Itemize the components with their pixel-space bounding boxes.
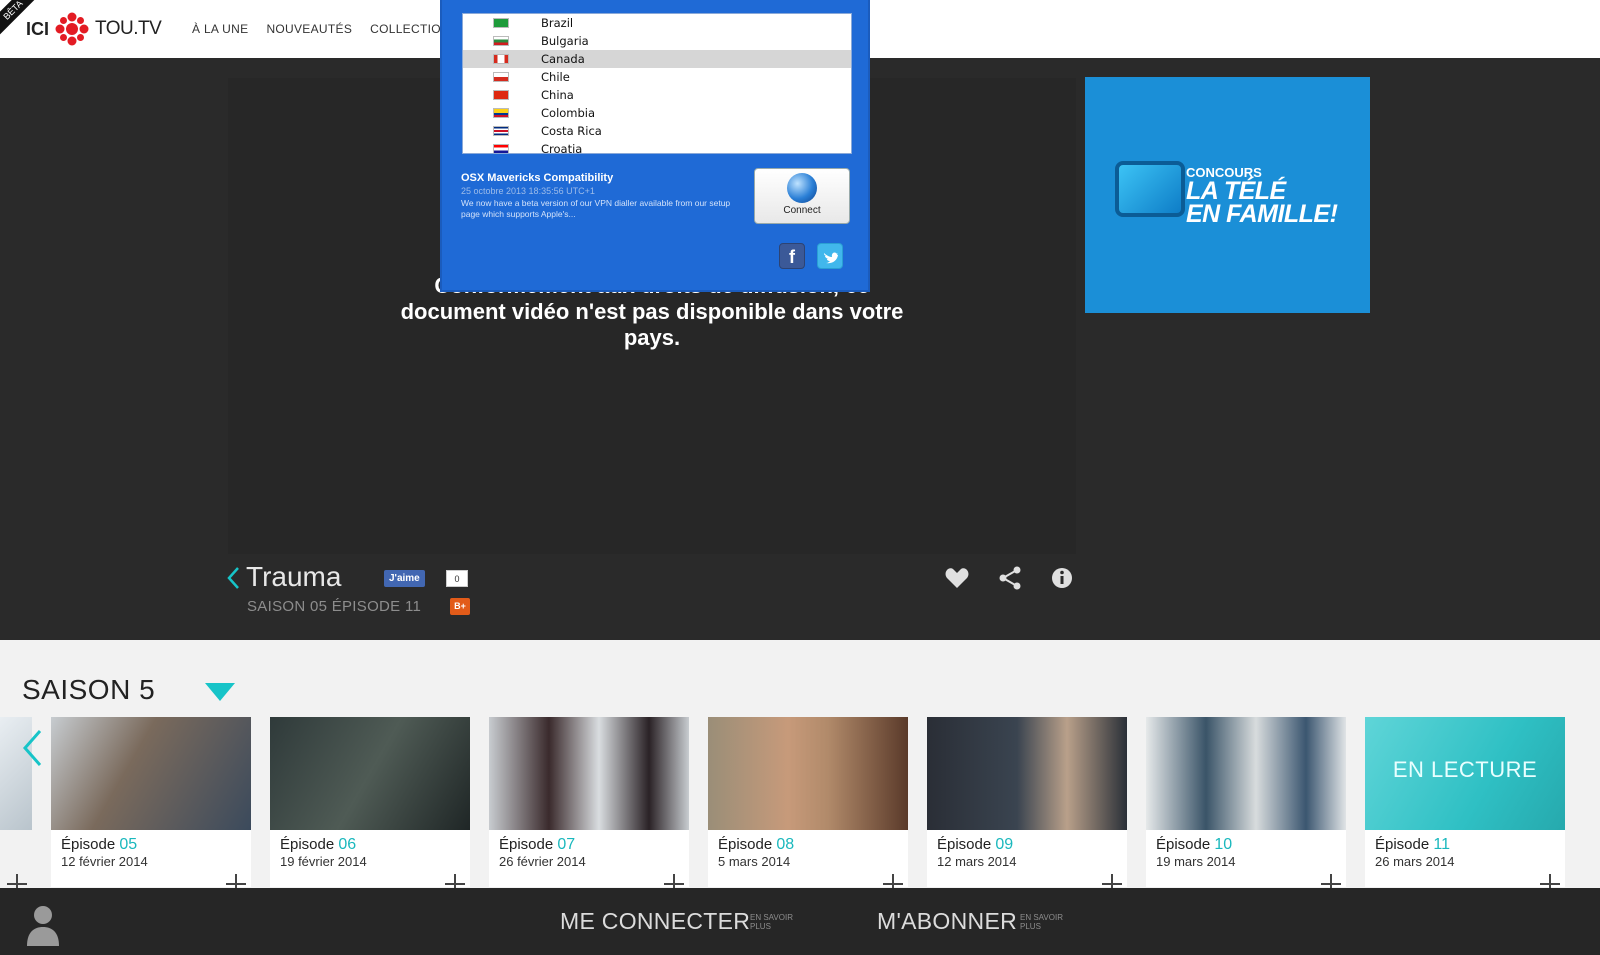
facebook-icon[interactable]: f xyxy=(779,243,805,269)
subscribe-learn-more[interactable]: EN SAVOIR PLUS xyxy=(1020,913,1080,931)
episode-date: 19 mars 2014 xyxy=(1156,854,1236,869)
flag-icon xyxy=(493,144,509,153)
country-name: Brazil xyxy=(541,16,574,30)
nav-a-la-une[interactable]: À LA UNE xyxy=(192,22,248,36)
episode-date: 19 février 2014 xyxy=(280,854,367,869)
episode-thumbnail xyxy=(1146,717,1346,830)
login-learn-more[interactable]: EN SAVOIR PLUS xyxy=(750,913,810,931)
episode-card[interactable]: Épisode 06 19 février 2014 xyxy=(270,717,470,887)
episode-date: 26 mars 2014 xyxy=(1375,854,1455,869)
episode-date: 26 février 2014 xyxy=(499,854,586,869)
now-playing-overlay: EN LECTURE xyxy=(1392,757,1538,782)
nav-nouveautes[interactable]: NOUVEAUTÉS xyxy=(266,22,352,36)
flag-icon xyxy=(493,36,509,46)
country-name: Croatia xyxy=(541,142,583,154)
episode-thumbnail xyxy=(489,717,689,830)
country-name: China xyxy=(541,88,574,102)
flag-icon xyxy=(493,54,509,64)
country-name: Colombia xyxy=(541,106,596,120)
nav-collection[interactable]: COLLECTION xyxy=(370,22,450,36)
heart-icon[interactable] xyxy=(944,565,970,591)
flag-icon xyxy=(493,126,509,136)
country-item-selected[interactable]: Canada xyxy=(463,50,851,68)
logo-toutv: TOU.TV xyxy=(95,18,162,39)
share-icon[interactable] xyxy=(997,565,1023,591)
country-item[interactable]: Bulgaria xyxy=(463,32,851,50)
episode-date: 12 mars 2014 xyxy=(937,854,1017,869)
show-title[interactable]: Trauma xyxy=(246,561,341,593)
episode-number: 09 xyxy=(995,836,1014,853)
subscribe-link[interactable]: M'ABONNER xyxy=(877,908,1017,935)
facebook-like-button[interactable]: J'aime xyxy=(384,570,425,587)
news-date: 25 octobre 2013 18:35:56 UTC+1 xyxy=(461,186,595,196)
user-avatar-icon[interactable] xyxy=(26,904,60,946)
twitter-icon[interactable] xyxy=(817,243,843,269)
episode-number: 06 xyxy=(338,836,357,853)
episode-thumbnail xyxy=(708,717,908,830)
episode-label: Épisode 06 xyxy=(280,836,357,853)
connect-button[interactable]: Connect xyxy=(754,168,850,224)
country-item[interactable]: China xyxy=(463,86,851,104)
facebook-like-count: 0 xyxy=(446,570,468,587)
episode-label: Épisode 07 xyxy=(499,836,576,853)
episode-label: Épisode 05 xyxy=(61,836,138,853)
country-item[interactable]: Colombia xyxy=(463,104,851,122)
tv-illustration-icon xyxy=(1115,161,1185,217)
episode-number: 07 xyxy=(557,836,576,853)
news-title[interactable]: OSX Mavericks Compatibility xyxy=(461,172,613,184)
flag-icon xyxy=(493,18,509,28)
connect-label: Connect xyxy=(783,205,821,216)
logo-ici: ICI xyxy=(26,18,50,39)
episode-number: 05 xyxy=(119,836,138,853)
episode-card[interactable]: Épisode 10 19 mars 2014 xyxy=(1146,717,1346,887)
episode-card[interactable]: Épisode 08 5 mars 2014 xyxy=(708,717,908,887)
country-name: Bulgaria xyxy=(541,34,589,48)
episode-label: Épisode 09 xyxy=(937,836,1014,853)
episode-label: Épisode 11 xyxy=(1375,836,1450,853)
globe-icon xyxy=(787,173,817,203)
ad-line2: EN FAMILLE! xyxy=(1186,200,1338,228)
season-dropdown-icon[interactable] xyxy=(205,683,235,701)
main-nav: À LA UNE NOUVEAUTÉS COLLECTION xyxy=(192,0,450,58)
episode-card[interactable]: Épisode 07 26 février 2014 xyxy=(489,717,689,887)
site-logo[interactable]: ICI TOU.TV xyxy=(26,12,162,46)
episode-subtitle: SAISON 05 ÉPISODE 11 xyxy=(247,598,422,615)
flag-icon xyxy=(493,90,509,100)
episode-card-current[interactable]: EN LECTURE Épisode 11 26 mars 2014 xyxy=(1365,717,1565,887)
episode-number: 10 xyxy=(1214,836,1233,853)
news-body: We now have a beta version of our VPN di… xyxy=(461,198,731,219)
episode-number: 08 xyxy=(776,836,795,853)
episode-card[interactable]: Épisode 05 12 février 2014 xyxy=(51,717,251,887)
country-list[interactable]: Brazil Bulgaria Canada Chile China Colom… xyxy=(462,13,852,154)
season-title: SAISON 5 xyxy=(22,674,156,705)
country-item[interactable]: Croatia xyxy=(463,140,851,154)
country-item[interactable]: Brazil xyxy=(463,14,851,32)
episode-number: 11 xyxy=(1433,836,1450,853)
flag-icon xyxy=(493,72,509,82)
country-item[interactable]: Chile xyxy=(463,68,851,86)
info-icon[interactable] xyxy=(1049,565,1075,591)
country-item[interactable]: Costa Rica xyxy=(463,122,851,140)
episode-label: Épisode 08 xyxy=(718,836,795,853)
episode-label: Épisode 10 xyxy=(1156,836,1233,853)
vpn-dialer-window: Brazil Bulgaria Canada Chile China Colom… xyxy=(440,0,870,292)
episode-date: 12 février 2014 xyxy=(61,854,148,869)
episode-thumbnail xyxy=(927,717,1127,830)
blogger-share-button[interactable]: B+ xyxy=(450,598,470,615)
country-name: Costa Rica xyxy=(541,124,602,138)
episode-thumbnail: EN LECTURE xyxy=(1365,717,1565,830)
carousel-prev-icon[interactable] xyxy=(20,728,44,768)
country-name: Chile xyxy=(541,70,570,84)
back-chevron-icon[interactable] xyxy=(226,566,240,590)
login-link[interactable]: ME CONNECTER xyxy=(560,908,750,935)
contest-ad-banner[interactable]: CONCOURS LA TÉLÉ EN FAMILLE! xyxy=(1085,77,1370,313)
episode-thumbnail xyxy=(51,717,251,830)
episode-thumbnail xyxy=(270,717,470,830)
country-name: Canada xyxy=(541,52,585,66)
radio-canada-gem-icon xyxy=(55,12,89,46)
episode-date: 5 mars 2014 xyxy=(718,854,791,869)
episode-card[interactable]: Épisode 09 12 mars 2014 xyxy=(927,717,1127,887)
flag-icon xyxy=(493,108,509,118)
